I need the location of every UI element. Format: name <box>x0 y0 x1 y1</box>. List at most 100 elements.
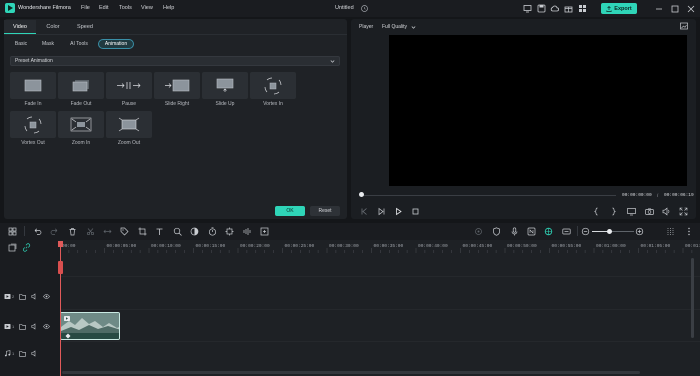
minimize-icon[interactable] <box>655 5 663 13</box>
mark-out-icon[interactable] <box>609 207 618 216</box>
tab-speed[interactable]: Speed <box>70 20 100 33</box>
ok-button[interactable]: OK <box>275 206 305 216</box>
display-mode-icon[interactable] <box>562 227 571 236</box>
preset-fade-in[interactable]: Fade In <box>10 72 56 109</box>
menu-edit[interactable]: Edit <box>99 5 108 11</box>
preset-zoom-in[interactable]: Zoom In <box>58 111 104 148</box>
video-preview[interactable] <box>389 35 687 186</box>
stabilize-icon[interactable] <box>225 227 234 236</box>
layout-grid-icon[interactable] <box>8 227 17 236</box>
add-track-icon[interactable] <box>8 243 17 252</box>
monitor-icon[interactable] <box>523 4 533 14</box>
timeline-options-icon[interactable] <box>666 227 675 236</box>
menu-help[interactable]: Help <box>163 5 174 11</box>
render-icon[interactable] <box>474 227 483 236</box>
preset-label: Pause <box>121 101 137 107</box>
menu-view[interactable]: View <box>141 5 153 11</box>
ruler-label: 00:01:00:00 <box>596 243 626 249</box>
zoom-in-icon[interactable] <box>635 227 644 236</box>
step-forward-icon[interactable] <box>377 207 386 216</box>
track-area[interactable] <box>60 240 700 376</box>
gift-icon[interactable] <box>564 4 574 14</box>
horizontal-scrollbar[interactable] <box>62 371 640 374</box>
track-separator <box>60 309 700 310</box>
preset-pause[interactable]: Pause <box>106 72 152 109</box>
tag-icon[interactable] <box>120 227 129 236</box>
fullscreen-icon[interactable] <box>679 207 688 216</box>
audio-adjust-icon[interactable] <box>243 227 252 236</box>
crop-icon[interactable] <box>138 227 147 236</box>
folder-icon[interactable] <box>19 350 27 357</box>
menu-file[interactable]: File <box>81 5 90 11</box>
folder-icon[interactable] <box>19 323 27 330</box>
snapshot-icon[interactable] <box>680 22 688 30</box>
preset-fade-out[interactable]: Fade Out <box>58 72 104 109</box>
grid-icon[interactable] <box>578 4 588 14</box>
speaker-icon[interactable] <box>31 322 38 330</box>
clock-icon[interactable] <box>361 5 368 12</box>
undo-icon[interactable] <box>33 227 42 236</box>
more-tools-icon[interactable] <box>260 227 269 236</box>
shield-icon[interactable] <box>492 227 501 236</box>
zoom-out-icon[interactable] <box>581 227 590 236</box>
cloud-icon[interactable] <box>550 4 560 14</box>
text-icon[interactable] <box>155 227 164 236</box>
keyframe-diamond-icon[interactable] <box>65 333 71 339</box>
ruler-label: 00:00:35:00 <box>374 243 404 249</box>
video-clip[interactable] <box>60 312 120 340</box>
split-icon[interactable] <box>86 227 95 236</box>
volume-icon[interactable] <box>662 207 671 216</box>
play-icon[interactable] <box>394 207 403 216</box>
progress-track[interactable] <box>361 195 616 196</box>
save-icon[interactable] <box>537 4 547 14</box>
display-settings-icon[interactable] <box>627 207 636 216</box>
speaker-icon[interactable] <box>31 349 38 357</box>
menu-tools[interactable]: Tools <box>119 5 132 11</box>
quality-dropdown[interactable]: Full Quality <box>382 24 416 30</box>
folder-icon[interactable] <box>19 293 27 300</box>
vertical-scrollbar[interactable] <box>691 258 694 338</box>
color-match-icon[interactable] <box>190 227 199 236</box>
detach-audio-icon[interactable] <box>103 227 112 236</box>
export-button[interactable]: Export <box>601 3 637 14</box>
timeline-ruler[interactable]: 00:00 00:00:05:00 00:00:10:00 00:00:15:00 00… <box>60 241 700 253</box>
eye-icon[interactable] <box>43 323 51 330</box>
player-label: Player <box>359 24 374 30</box>
pause-thumbnail-icon <box>106 72 152 99</box>
redo-icon[interactable] <box>50 227 59 236</box>
eye-icon[interactable] <box>43 293 51 300</box>
link-icon[interactable] <box>22 243 31 252</box>
camera-icon[interactable] <box>645 207 654 216</box>
preset-slide-up[interactable]: Slide Up <box>202 72 248 109</box>
playhead-marker[interactable] <box>58 261 63 274</box>
playhead-handle[interactable] <box>58 241 63 247</box>
preset-vortex-out[interactable]: Vortex Out <box>10 111 56 148</box>
ruler-label: 00:00:50:00 <box>507 243 537 249</box>
close-icon[interactable] <box>687 5 695 13</box>
subtab-mask[interactable]: Mask <box>37 39 59 49</box>
magnetic-snap-icon[interactable] <box>544 227 553 236</box>
mark-in-icon[interactable] <box>592 207 601 216</box>
progress-handle[interactable] <box>359 192 364 197</box>
more-options-icon[interactable] <box>686 227 692 236</box>
maximize-icon[interactable] <box>671 5 679 13</box>
tab-video[interactable]: Video <box>4 20 36 33</box>
subtab-basic[interactable]: Basic <box>10 39 32 49</box>
stop-icon[interactable] <box>411 207 420 216</box>
delete-icon[interactable] <box>68 227 77 236</box>
subtab-ai-tools[interactable]: AI Tools <box>64 39 94 49</box>
preset-zoom-out[interactable]: Zoom Out <box>106 111 152 148</box>
microphone-icon[interactable] <box>510 227 519 236</box>
preset-animation-dropdown[interactable]: Preset Animation <box>10 56 340 66</box>
ai-audio-icon[interactable] <box>527 227 536 236</box>
speaker-icon[interactable] <box>31 292 38 300</box>
zoom-slider-handle[interactable] <box>607 229 612 234</box>
subtab-animation[interactable]: Animation <box>98 39 134 49</box>
zoom-icon[interactable] <box>173 227 182 236</box>
tab-color[interactable]: Color <box>38 20 68 33</box>
preset-slide-right[interactable]: Slide Right <box>154 72 200 109</box>
reset-button[interactable]: Reset <box>310 206 340 216</box>
previous-frame-icon[interactable] <box>360 207 369 216</box>
speed-timer-icon[interactable] <box>208 227 217 236</box>
preset-vortex-in[interactable]: Vortex In <box>250 72 296 109</box>
